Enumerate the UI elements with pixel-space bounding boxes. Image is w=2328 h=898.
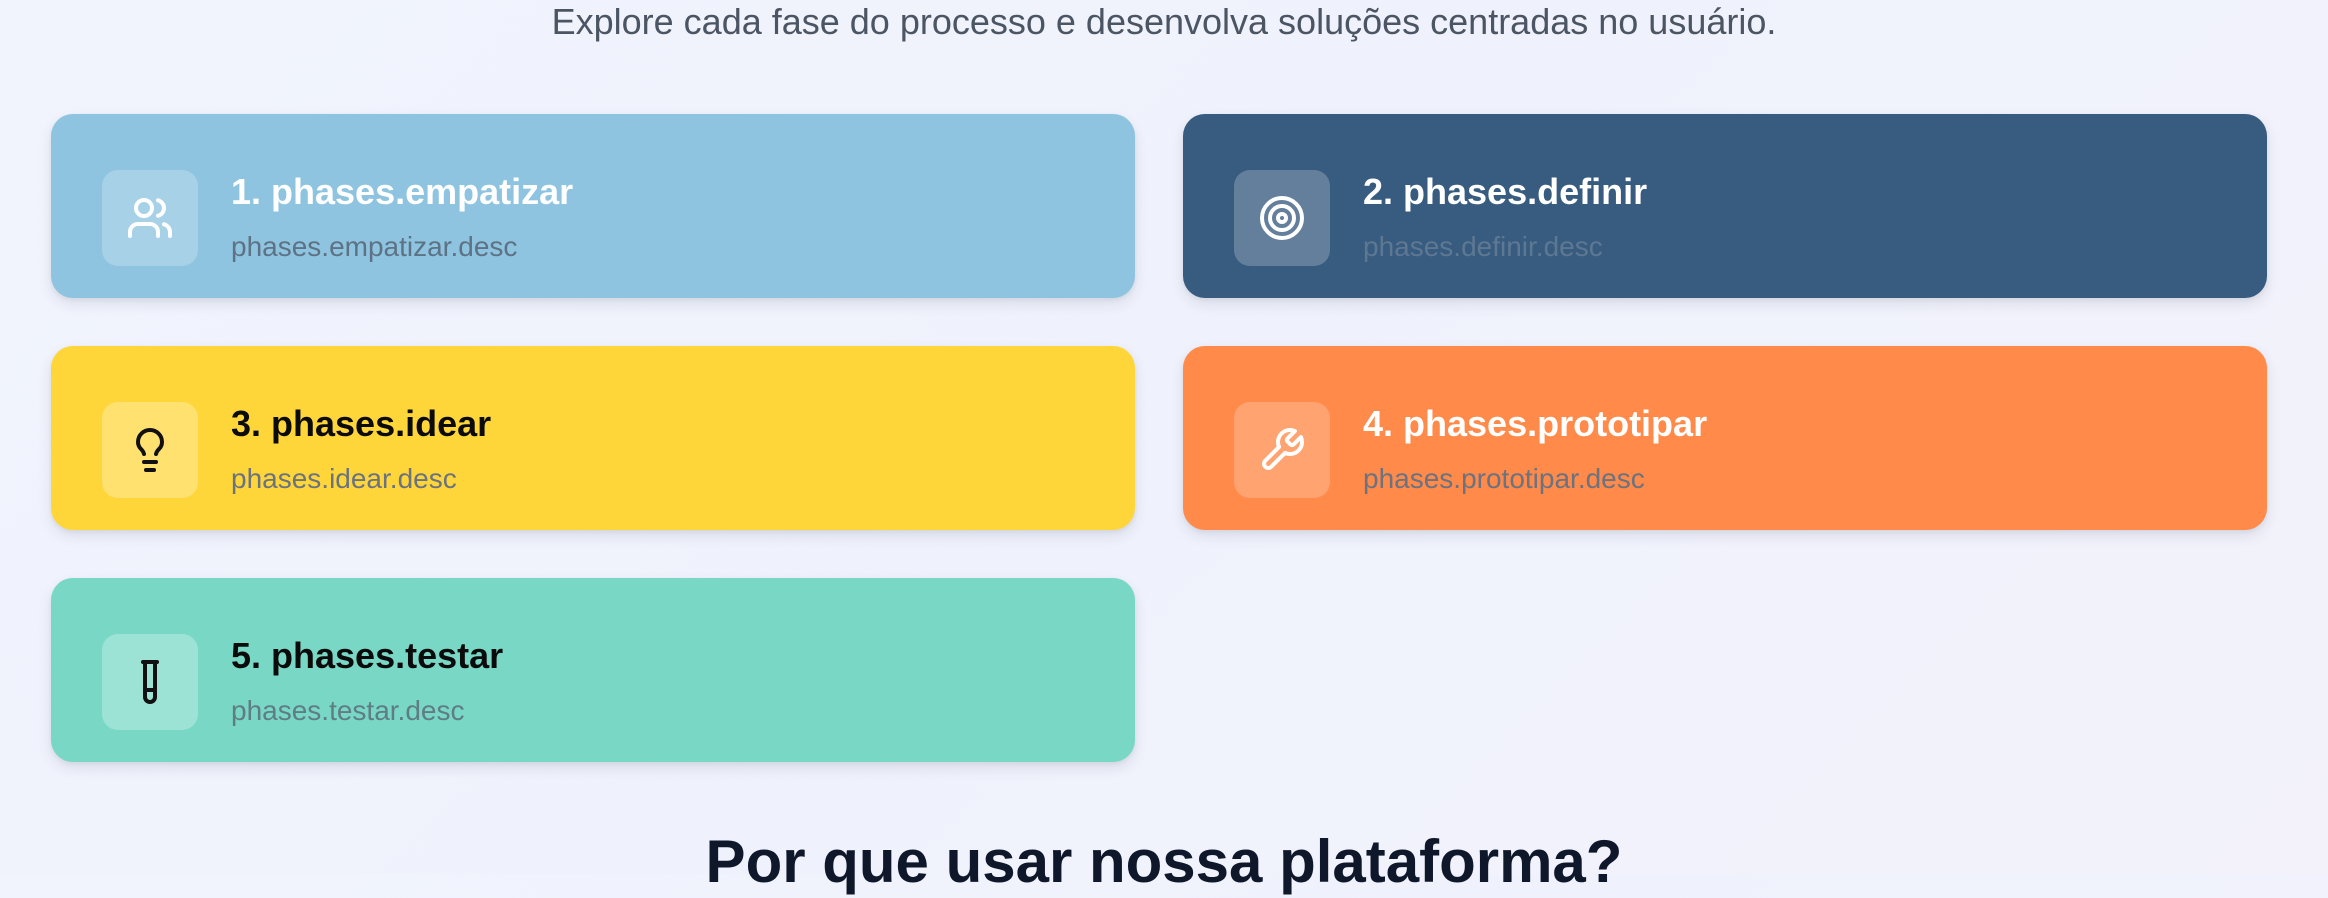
phase-title: 5. phases.testar bbox=[231, 635, 504, 676]
phase-title: 3. phases.idear bbox=[231, 403, 492, 444]
phase-title: 1. phases.empatizar bbox=[231, 171, 574, 212]
phase-card-prototipar[interactable]: 4. phases.prototipar phases.prototipar.d… bbox=[1183, 346, 2267, 530]
phase-description: phases.empatizar.desc bbox=[231, 231, 518, 262]
phase-card-testar[interactable]: 5. phases.testar phases.testar.desc bbox=[51, 578, 1135, 762]
phase-title: 2. phases.definir bbox=[1363, 171, 1648, 212]
lightbulb-icon bbox=[102, 402, 198, 498]
wrench-icon bbox=[1234, 402, 1330, 498]
section-heading: Por que usar nossa plataforma? bbox=[705, 828, 1623, 895]
target-icon bbox=[1234, 170, 1330, 266]
phase-card-definir[interactable]: 2. phases.definir phases.definir.desc bbox=[1183, 114, 2267, 298]
phase-description: phases.idear.desc bbox=[231, 463, 457, 494]
phase-description: phases.definir.desc bbox=[1363, 231, 1603, 262]
phase-card-idear[interactable]: 3. phases.idear phases.idear.desc bbox=[51, 346, 1135, 530]
phase-title: 4. phases.prototipar bbox=[1363, 403, 1708, 444]
users-icon bbox=[102, 170, 198, 266]
phase-card-empatizar[interactable]: 1. phases.empatizar phases.empatizar.des… bbox=[51, 114, 1135, 298]
phase-description: phases.prototipar.desc bbox=[1363, 463, 1645, 494]
phase-description: phases.testar.desc bbox=[231, 695, 465, 726]
section-subtitle: Explore cada fase do processo e desenvol… bbox=[551, 1, 1777, 42]
test-tube-icon bbox=[102, 634, 198, 730]
